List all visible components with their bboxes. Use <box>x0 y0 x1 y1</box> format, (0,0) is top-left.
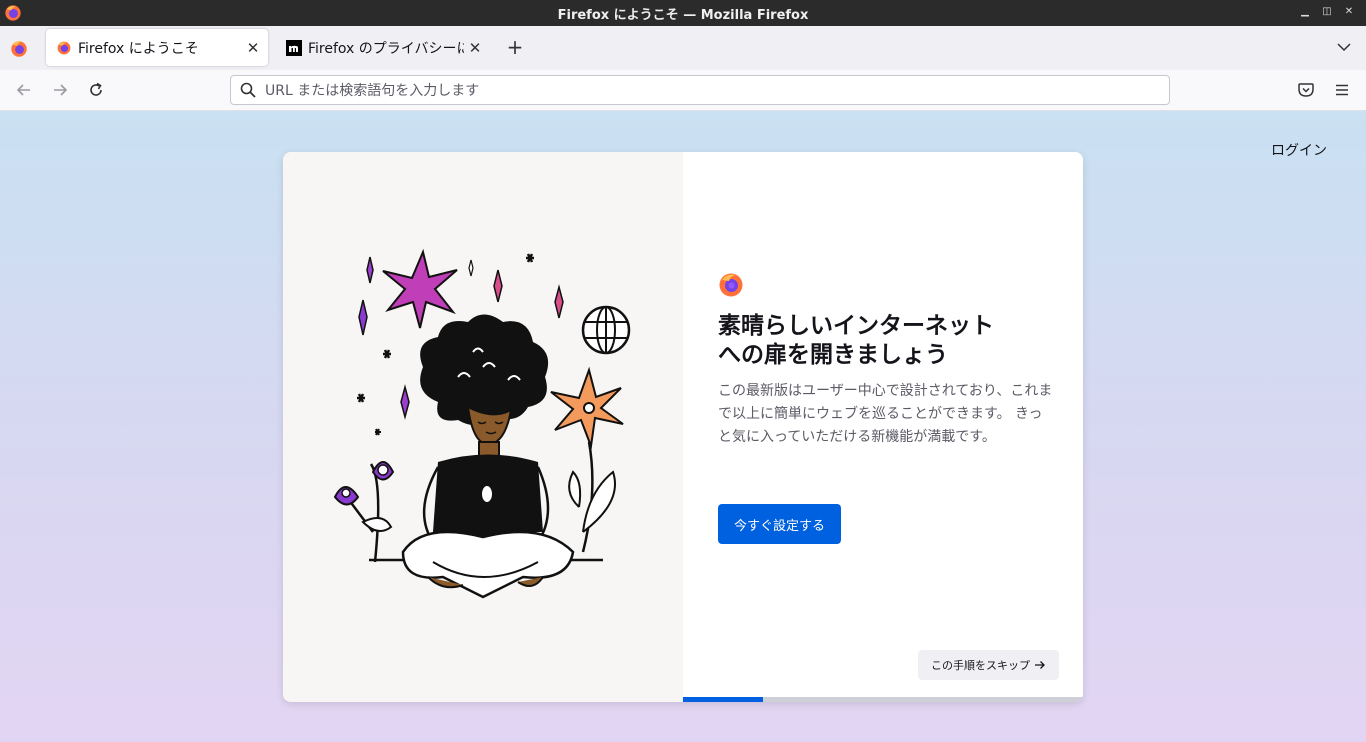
close-icon[interactable]: ✕ <box>464 39 486 57</box>
firefox-view-icon[interactable] <box>8 38 30 60</box>
person-with-laptop-illustration <box>333 248 631 599</box>
tab-privacy[interactable]: Firefox のプライバシーに関 ✕ <box>276 29 490 66</box>
hamburger-menu-icon[interactable] <box>1332 80 1352 100</box>
url-placeholder: URL または検索語句を入力します <box>265 83 480 99</box>
tab-strip: Firefox にようこそ ✕ Firefox のプライバシーに関 ✕ + <box>0 26 1366 71</box>
back-arrow-icon[interactable] <box>14 80 34 100</box>
onboarding-progress-fill <box>683 697 763 702</box>
firefox-logo-icon <box>719 273 743 297</box>
chevron-down-icon[interactable] <box>1336 39 1352 55</box>
search-icon <box>240 82 256 98</box>
url-bar[interactable]: URL または検索語句を入力します <box>230 75 1170 105</box>
close-window-button[interactable]: ✕ <box>1342 4 1356 20</box>
onboarding-progress <box>683 697 1083 702</box>
welcome-text-panel: 素晴らしいインターネット への扉を開きましょう この最新版はユーザー中心で設計さ… <box>683 152 1083 702</box>
welcome-page: ログイン 素晴らしいインターネット への扉を開きましょう この最新版はユーザー中… <box>0 111 1366 742</box>
tab-label: Firefox にようこそ <box>78 40 199 57</box>
onboarding-card: 素晴らしいインターネット への扉を開きましょう この最新版はユーザー中心で設計さ… <box>283 152 1083 702</box>
window-title: Firefox にようこそ — Mozilla Firefox <box>557 7 809 23</box>
maximize-button[interactable]: ◫ <box>1320 4 1334 20</box>
welcome-title-line1: 素晴らしいインターネット <box>718 313 994 339</box>
login-link[interactable]: ログイン <box>1271 140 1327 160</box>
window-controls: ▁ ◫ ✕ <box>1298 4 1356 20</box>
minimize-button[interactable]: ▁ <box>1298 4 1312 20</box>
tab-welcome[interactable]: Firefox にようこそ ✕ <box>46 29 268 66</box>
welcome-description: この最新版はユーザー中心で設計されており、これまで以上に簡単にウェブを巡ることが… <box>718 383 1053 445</box>
close-icon[interactable]: ✕ <box>242 39 264 57</box>
plus-icon[interactable]: + <box>505 36 525 58</box>
skip-step-label: この手順をスキップ <box>931 659 1030 672</box>
welcome-title-line2: への扉を開きましょう <box>718 342 948 368</box>
welcome-title: 素晴らしいインターネット への扉を開きましょう <box>718 312 1048 370</box>
navigation-toolbar: URL または検索語句を入力します <box>0 70 1366 111</box>
firefox-logo-icon <box>5 5 21 21</box>
pocket-icon[interactable] <box>1296 80 1316 100</box>
arrow-right-icon <box>1035 661 1045 669</box>
firefox-logo-icon <box>57 41 71 54</box>
window-title-bar: Firefox にようこそ — Mozilla Firefox ▁ ◫ ✕ <box>0 0 1366 26</box>
forward-arrow-icon[interactable] <box>50 80 70 100</box>
illustration-panel <box>283 152 683 702</box>
reload-icon[interactable] <box>86 80 106 100</box>
skip-step-button[interactable]: この手順をスキップ <box>918 650 1059 680</box>
mozilla-m-icon <box>286 39 302 56</box>
tab-label: Firefox のプライバシーに関 <box>308 40 464 57</box>
get-started-button[interactable]: 今すぐ設定する <box>718 504 841 544</box>
